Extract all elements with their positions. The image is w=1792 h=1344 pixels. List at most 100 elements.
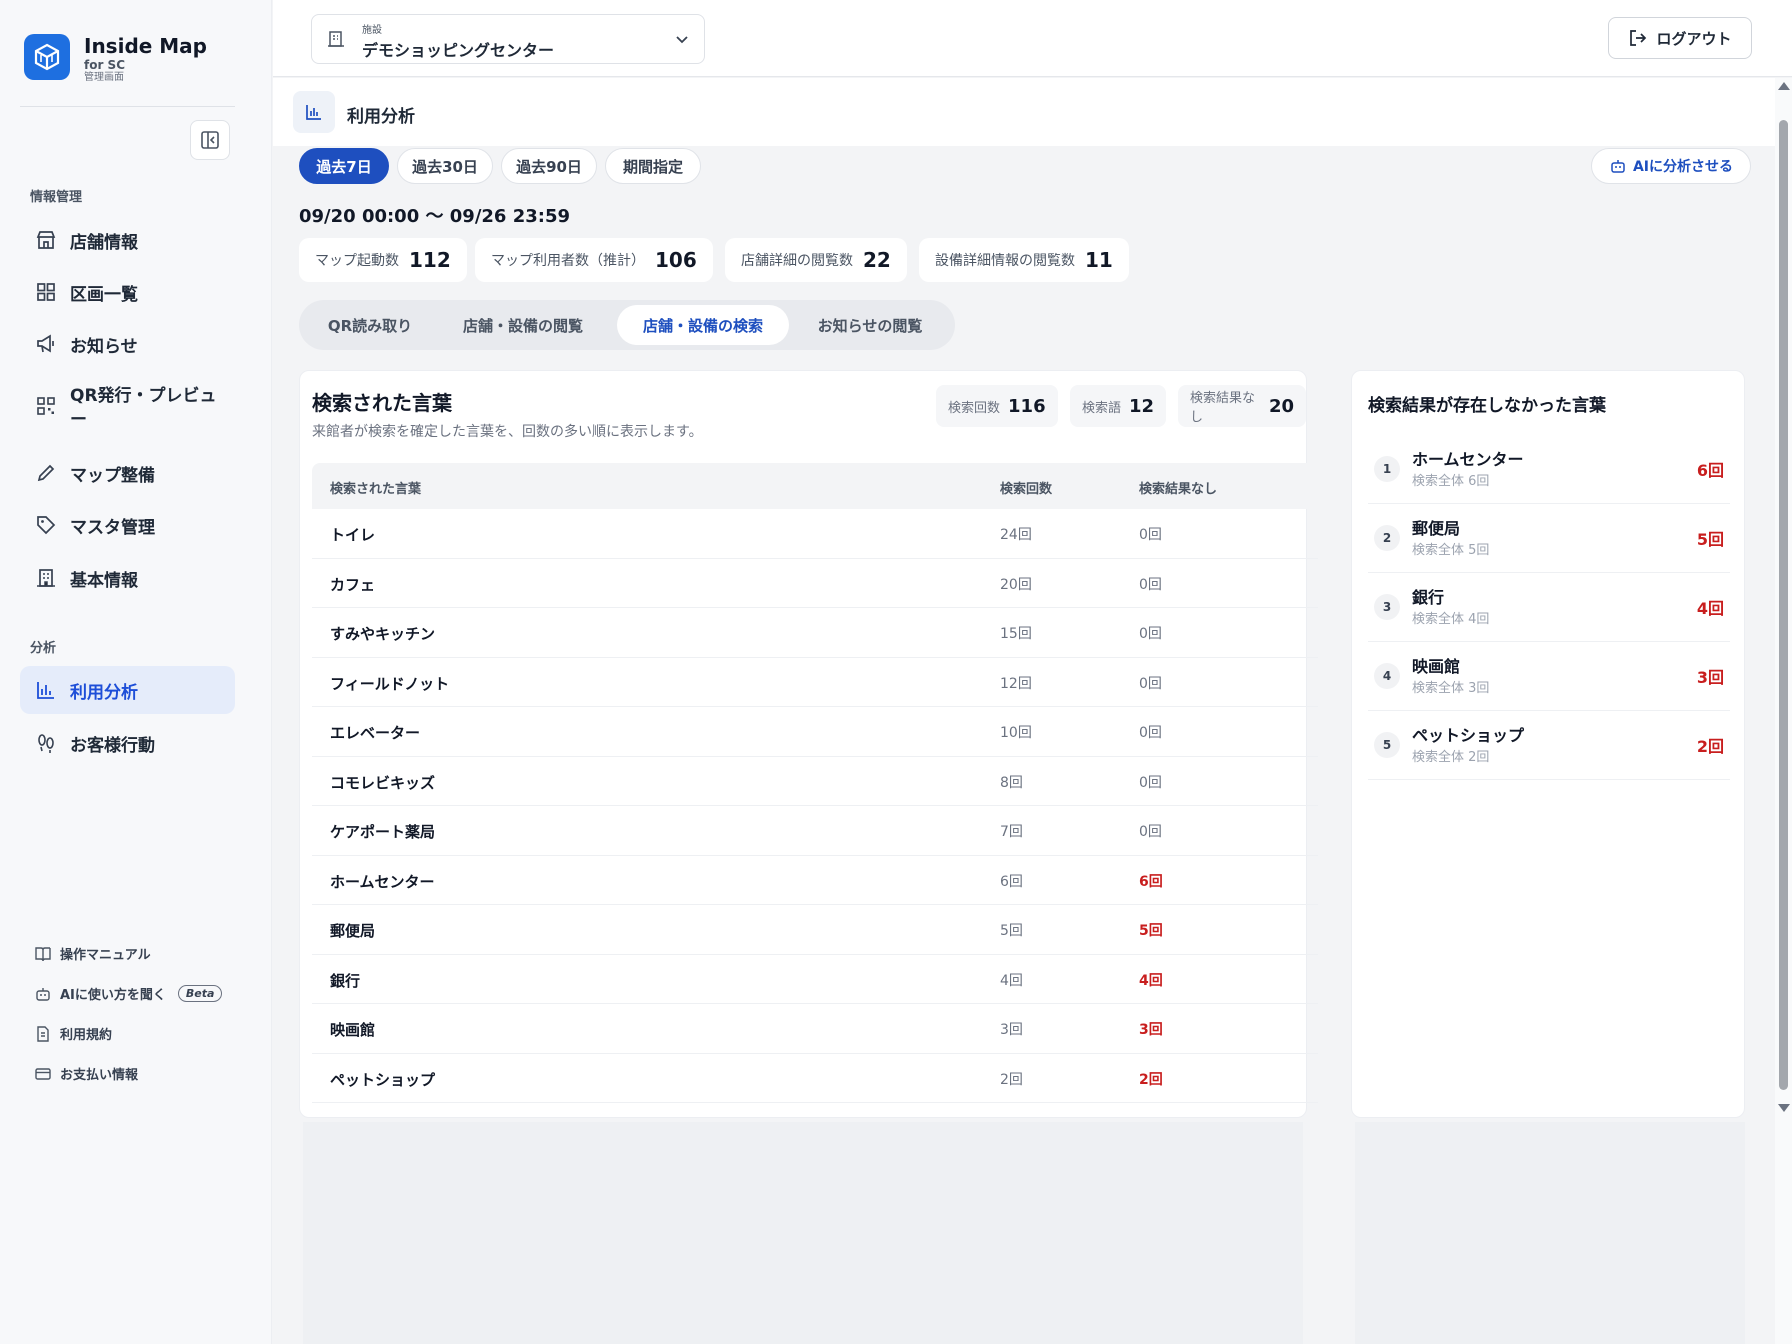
no-result-item: 4 映画館 検索全体 3回 3回 (1368, 642, 1730, 711)
tab-qr-scan[interactable]: QR読み取り (305, 305, 435, 345)
footer-link-ask-ai[interactable]: AIに使い方を聞く Beta (34, 984, 223, 1003)
cell-count: 15回 (1000, 626, 1032, 642)
no-result-item: 1 ホームセンター 検索全体 6回 6回 (1368, 435, 1730, 504)
sidebar-collapse-icon (201, 131, 219, 149)
sidebar-item-label: お客様行動 (70, 735, 155, 756)
bar-chart-icon (293, 91, 335, 133)
table-row: カフェ 20回 0回 (312, 559, 1318, 608)
sidebar-item-basic-info[interactable]: 基本情報 (20, 554, 235, 602)
cell-no-result: 3回 (1139, 1022, 1163, 1038)
table-row: コモレビキッズ 8回 0回 (312, 757, 1318, 806)
searched-terms-card: 検索された言葉 来館者が検索を確定した言葉を、回数の多い順に表示します。 検索回… (299, 370, 1318, 1118)
sidebar-item-customer-behavior[interactable]: お客様行動 (20, 719, 235, 767)
table-header: 検索された言葉 検索回数 検索結果なし (312, 463, 1318, 509)
period-custom[interactable]: 期間指定 (605, 148, 701, 184)
table-row: ホームセンター 6回 6回 (312, 856, 1318, 905)
brand-sub: for SC (84, 58, 126, 72)
kpi-value: 112 (409, 248, 451, 272)
sidebar-item-label: 店舗情報 (70, 232, 138, 253)
stat-value: 12 (1129, 395, 1155, 417)
table-row: ケアポート薬局 7回 0回 (312, 806, 1318, 856)
beta-badge: Beta (177, 985, 223, 1002)
vertical-scrollbar[interactable] (1775, 78, 1792, 1344)
search-terms-table: 検索された言葉 検索回数 検索結果なし トイレ 24回 0回 カフェ 20回 0回 すみやキ… (312, 463, 1318, 1103)
table-row: トイレ 24回 0回 (312, 509, 1318, 559)
sidebar-item-qr[interactable]: QR発行・プレビュー (20, 376, 235, 438)
facility-select[interactable]: 施設 デモショッピングセンター (311, 14, 705, 64)
cell-no-result: 0回 (1139, 774, 1162, 791)
tab-store-facility-search[interactable]: 店舗・設備の検索 (617, 305, 789, 345)
rank-badge: 3 (1374, 594, 1400, 620)
sidebar-item-map-maintenance[interactable]: マップ整備 (20, 449, 235, 497)
cell-count: 2回 (1000, 1071, 1023, 1088)
cell-count: 20回 (1000, 576, 1032, 593)
footer-link-manual[interactable]: 操作マニュアル (34, 944, 151, 963)
sidebar-item-store-info[interactable]: 店舗情報 (20, 216, 235, 264)
item-term: 銀行 (1412, 588, 1445, 607)
sidebar-item-usage-analysis[interactable]: 利用分析 (20, 666, 235, 714)
footer-link-payment[interactable]: お支払い情報 (34, 1064, 138, 1083)
page-title: 利用分析 (347, 107, 415, 127)
footer-link-label: 操作マニュアル (60, 948, 151, 963)
no-result-terms-card: 検索結果が存在しなかった言葉 1 ホームセンター 検索全体 6回 6回 2 郵便局 検索全体… (1351, 370, 1745, 1118)
scroll-thumb[interactable] (1779, 120, 1788, 1090)
sidebar-item-sections[interactable]: 区画一覧 (20, 268, 235, 316)
rank-badge: 4 (1374, 663, 1400, 689)
cell-no-result: 0回 (1139, 527, 1162, 543)
facility-label: 施設 (362, 25, 382, 36)
qr-icon (34, 394, 58, 418)
sidebar-item-news[interactable]: お知らせ (20, 320, 235, 368)
period-7-days[interactable]: 過去7日 (299, 148, 389, 184)
cell-term: すみやキッチン (330, 625, 436, 643)
item-term: 郵便局 (1412, 519, 1461, 538)
cell-term: ホームセンター (330, 872, 435, 891)
sidebar-item-label: 区画一覧 (70, 284, 138, 305)
sidebar-item-master[interactable]: マスタ管理 (20, 501, 235, 549)
chevron-down-icon (676, 36, 688, 44)
period-30-days[interactable]: 過去30日 (397, 148, 493, 184)
logout-button[interactable]: ログアウト (1608, 17, 1752, 59)
period-90-days[interactable]: 過去90日 (501, 148, 597, 184)
footer-link-label: お支払い情報 (60, 1068, 139, 1083)
cell-term: カフェ (330, 575, 376, 594)
kpi-label: マップ起動数 (315, 253, 399, 269)
table-row: 銀行 4回 4回 (312, 955, 1318, 1004)
footer-link-terms[interactable]: 利用規約 (34, 1024, 112, 1043)
item-count: 5回 (1696, 530, 1724, 549)
lower-panel (1355, 1122, 1745, 1344)
rank-badge: 5 (1374, 732, 1400, 758)
table-body: トイレ 24回 0回 カフェ 20回 0回 すみやキッチン 15回 0回 フィールドノット 12回 0… (312, 509, 1318, 1103)
item-total: 検索全体 6回 (1412, 474, 1490, 489)
bar-chart-icon (34, 678, 58, 702)
kpi-facility-detail-views: 設備詳細情報の閲覧数 11 (919, 238, 1129, 282)
table-row: ペットショップ 2回 2回 (312, 1054, 1318, 1103)
cell-no-result: 5回 (1139, 923, 1163, 939)
cell-count: 5回 (1000, 923, 1023, 939)
table-row: フィールドノット 12回 0回 (312, 658, 1318, 707)
sidebar-item-label: マップ整備 (70, 465, 155, 486)
ai-analyze-button[interactable]: AIに分析させる (1591, 148, 1751, 184)
cell-term: コモレビキッズ (330, 773, 436, 792)
table-row: すみやキッチン 15回 0回 (312, 608, 1318, 658)
cell-no-result: 2回 (1139, 1071, 1163, 1088)
brand[interactable]: Inside Map for SC 管理画面 (24, 34, 207, 84)
tab-store-facility-views[interactable]: 店舗・設備の閲覧 (437, 305, 609, 345)
sidebar: Inside Map for SC 管理画面 情報管理 店舗情報 区画一覧 お知… (0, 0, 272, 1344)
kpi-value: 11 (1085, 248, 1113, 272)
cell-count: 4回 (1000, 972, 1023, 989)
scroll-down-arrow-icon[interactable] (1778, 1104, 1790, 1112)
item-term: 映画館 (1412, 657, 1461, 676)
kpi-label: 店舗詳細の閲覧数 (741, 253, 853, 269)
scroll-up-arrow-icon[interactable] (1778, 82, 1790, 90)
collapse-sidebar-button[interactable] (190, 120, 230, 160)
cell-no-result: 0回 (1139, 576, 1162, 593)
sidebar-item-label: マスタ管理 (70, 517, 155, 538)
tab-news-views[interactable]: お知らせの閲覧 (791, 305, 949, 345)
lower-panel (303, 1122, 1303, 1344)
logo-cube-icon (24, 34, 70, 80)
cell-term: ペットショップ (330, 1070, 436, 1089)
megaphone-icon (34, 332, 58, 356)
cell-count: 3回 (1000, 1022, 1023, 1038)
logout-icon (1630, 30, 1647, 46)
table-row: 郵便局 5回 5回 (312, 905, 1318, 955)
